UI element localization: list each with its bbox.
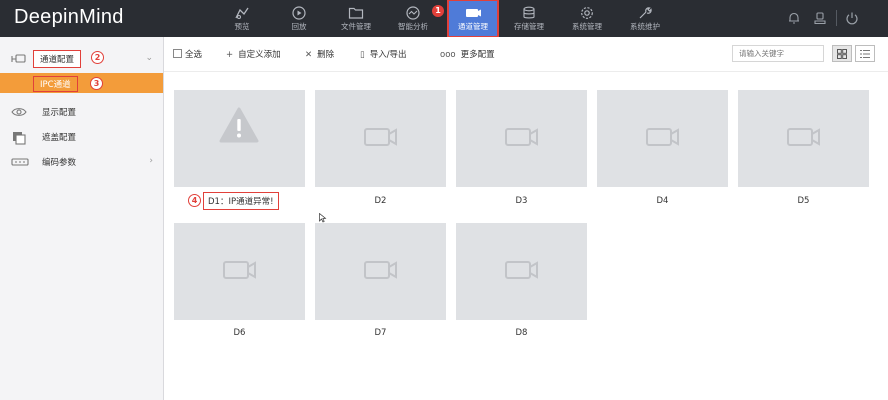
nav-item-file-management[interactable]: 文件管理 bbox=[330, 0, 382, 37]
channel-name-d7: D7 bbox=[374, 328, 387, 338]
channel-tile-d1[interactable] bbox=[174, 90, 305, 187]
channel-tile-d8[interactable] bbox=[456, 223, 587, 320]
mouse-cursor-icon bbox=[319, 213, 327, 223]
delete-label: 删除 bbox=[317, 50, 335, 60]
annotation-marker-1: 1 bbox=[432, 5, 444, 17]
sidebar-item-channel-config[interactable]: 通道配置 ⌄ bbox=[0, 48, 163, 70]
grid-icon bbox=[837, 49, 847, 59]
camera-icon bbox=[646, 128, 679, 146]
channel-name-d1: D1：IP通道异常! bbox=[203, 192, 279, 210]
encode-icon bbox=[11, 158, 29, 166]
channel-name-d3: D3 bbox=[515, 196, 528, 206]
select-all-checkbox[interactable]: 全选 bbox=[173, 48, 202, 60]
channel-icon bbox=[466, 9, 481, 17]
power-icon[interactable] bbox=[845, 11, 859, 25]
sidebar-item-label: 遮盖配置 bbox=[42, 133, 77, 143]
toolbar: 全选 + 自定义添加 ✕ 删除 ▯ 导入/导出 ooo 更多配置 bbox=[164, 37, 888, 72]
nav-item-preview[interactable]: 预览 bbox=[216, 0, 268, 37]
annotation-marker-4: 4 bbox=[188, 194, 201, 207]
channel-tile-d7[interactable] bbox=[315, 223, 446, 320]
import-export-button[interactable]: ▯ 导入/导出 bbox=[360, 48, 407, 60]
list-view-button[interactable] bbox=[855, 45, 875, 62]
more-config-label: 更多配置 bbox=[460, 50, 495, 60]
nav-item-playback[interactable]: 回放 bbox=[273, 0, 325, 37]
close-icon: ✕ bbox=[305, 50, 313, 60]
gear-icon bbox=[581, 7, 593, 19]
camera-icon bbox=[787, 128, 820, 146]
channel-name-d8: D8 bbox=[515, 328, 528, 338]
top-nav-bar: DeepinMind 预览 回放 文件管理 智能分析 1 通道管理 存储管理 系… bbox=[0, 0, 888, 38]
annotation-marker-3: 3 bbox=[90, 77, 103, 90]
nav-label: 智能分析 bbox=[398, 22, 428, 31]
sidebar-item-label: 编码参数 bbox=[42, 158, 77, 168]
more-dots-icon: ooo bbox=[440, 50, 456, 60]
channel-tile-d2[interactable] bbox=[315, 90, 446, 187]
grid-view-button[interactable] bbox=[832, 45, 852, 62]
annotation-marker-2: 2 bbox=[91, 51, 104, 64]
checkbox-icon bbox=[173, 49, 182, 58]
analysis-icon bbox=[406, 6, 420, 20]
camera-icon bbox=[223, 261, 256, 279]
user-icon[interactable] bbox=[813, 11, 827, 25]
add-custom-label: 自定义添加 bbox=[238, 50, 281, 60]
folder-icon bbox=[348, 7, 364, 19]
document-icon: ▯ bbox=[360, 50, 365, 60]
channel-name-d4: D4 bbox=[656, 196, 669, 206]
sidebar-item-label: 显示配置 bbox=[42, 108, 77, 118]
delete-button[interactable]: ✕ 删除 bbox=[305, 48, 334, 60]
more-config-button[interactable]: ooo 更多配置 bbox=[440, 48, 495, 60]
nav-label: 通道管理 bbox=[458, 22, 488, 31]
nav-item-system-maintenance[interactable]: 系统维护 bbox=[619, 0, 671, 37]
storage-icon bbox=[523, 6, 535, 19]
bell-icon[interactable] bbox=[787, 11, 801, 25]
nav-label: 预览 bbox=[234, 22, 250, 31]
camera-icon bbox=[364, 261, 397, 279]
import-export-label: 导入/导出 bbox=[369, 50, 407, 60]
list-icon bbox=[860, 50, 870, 58]
add-custom-button[interactable]: + 自定义添加 bbox=[226, 48, 281, 60]
nav-item-storage-management[interactable]: 存储管理 bbox=[503, 0, 555, 37]
nav-item-system-management[interactable]: 系统管理 bbox=[561, 0, 613, 37]
sidebar: 通道配置 ⌄ 2 IPC通道 3 显示配置 遮盖配置 编码参数 › bbox=[0, 37, 164, 400]
channel-name-d5: D5 bbox=[797, 196, 810, 206]
playback-icon bbox=[292, 6, 306, 20]
channel-name-d2: D2 bbox=[374, 196, 387, 206]
nav-item-smart-analysis[interactable]: 智能分析 bbox=[387, 0, 439, 37]
camera-icon bbox=[364, 128, 397, 146]
channel-tile-d3[interactable] bbox=[456, 90, 587, 187]
nav-item-channel-management[interactable]: 通道管理 bbox=[447, 0, 499, 38]
nav-label: 回放 bbox=[291, 22, 307, 31]
sidebar-item-display-config[interactable]: 显示配置 bbox=[0, 101, 163, 123]
search-input[interactable] bbox=[732, 45, 824, 62]
chevron-down-icon: ⌄ bbox=[145, 53, 153, 63]
channel-tile-d6[interactable] bbox=[174, 223, 305, 320]
mask-icon bbox=[13, 132, 26, 145]
camera-icon bbox=[505, 128, 538, 146]
nav-label: 文件管理 bbox=[341, 22, 371, 31]
topbar-divider bbox=[836, 10, 837, 26]
sidebar-item-mask-config[interactable]: 遮盖配置 bbox=[0, 126, 163, 148]
eye-icon bbox=[11, 108, 27, 116]
wrench-icon bbox=[639, 7, 652, 19]
warning-icon bbox=[219, 107, 259, 143]
sidebar-item-ipc-channel[interactable]: IPC通道 bbox=[0, 73, 163, 93]
preview-icon bbox=[235, 7, 249, 19]
camera-config-icon bbox=[11, 54, 26, 63]
sidebar-item-encode-params[interactable]: 编码参数 › bbox=[0, 151, 163, 173]
channel-tile-d4[interactable] bbox=[597, 90, 728, 187]
channel-name-d6: D6 bbox=[233, 328, 246, 338]
select-all-label: 全选 bbox=[185, 50, 203, 60]
nav-label: 系统管理 bbox=[572, 22, 602, 31]
sidebar-item-label: IPC通道 bbox=[33, 76, 78, 92]
camera-icon bbox=[505, 261, 538, 279]
sidebar-item-label: 通道配置 bbox=[33, 50, 82, 68]
app-logo: DeepinMind bbox=[14, 6, 124, 28]
main-content: 全选 + 自定义添加 ✕ 删除 ▯ 导入/导出 ooo 更多配置 请输入关键字 … bbox=[164, 37, 888, 400]
plus-icon: + bbox=[226, 50, 234, 60]
channel-tile-d5[interactable] bbox=[738, 90, 869, 187]
nav-label: 存储管理 bbox=[514, 22, 544, 31]
chevron-right-icon: › bbox=[149, 156, 153, 166]
nav-label: 系统维护 bbox=[630, 22, 660, 31]
